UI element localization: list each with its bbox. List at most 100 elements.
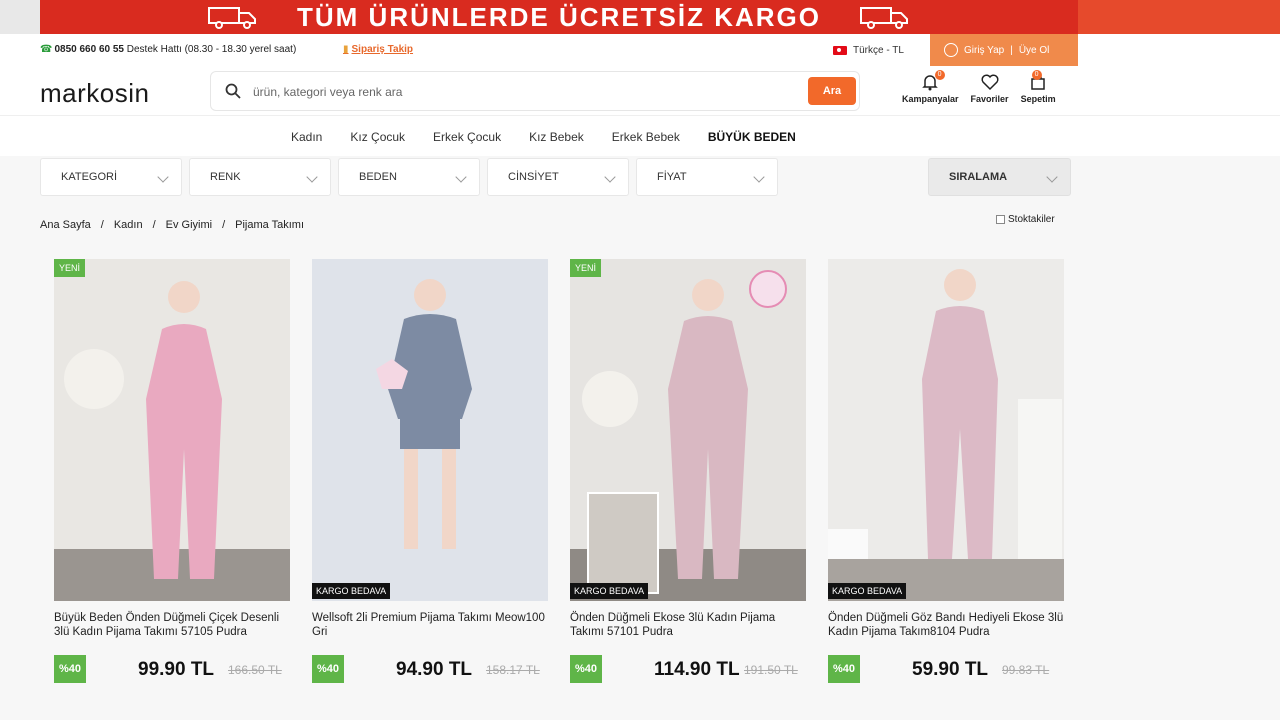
promo-banner[interactable]: TÜM ÜRÜNLERDE ÜCRETSİZ KARGO	[40, 0, 1078, 34]
order-track-label: Sipariş Takip	[351, 44, 414, 55]
product-price: 94.90 TL	[396, 659, 473, 680]
sort-dropdown[interactable]: SIRALAMA	[928, 158, 1071, 196]
promo-banner-strip: TÜM ÜRÜNLERDE ÜCRETSİZ KARGO	[0, 0, 1280, 34]
header-icons: 0 Kampanyalar Favoriler 0 Sepetim	[902, 70, 1068, 104]
search-button[interactable]: Ara	[808, 77, 856, 105]
account-separator: |	[1010, 44, 1013, 56]
site-header: markosin Ara 0 Kampanyalar Favoriler 0 S…	[0, 66, 1280, 116]
banner-edge	[1078, 0, 1280, 34]
breadcrumb-separator: /	[222, 219, 226, 231]
product-card[interactable]: YENİ Büyük Beden Önden Düğmeli Çiçek Des…	[54, 259, 290, 685]
chevron-down-icon	[306, 171, 318, 183]
product-old-price: 158.17 TL	[486, 663, 540, 677]
product-old-price: 99.83 TL	[1002, 663, 1050, 677]
category-filter[interactable]: KATEGORİ	[40, 158, 182, 196]
price-filter[interactable]: FİYAT	[636, 158, 778, 196]
product-card[interactable]: KARGO BEDAVA Önden Düğmeli Göz Bandı Hed…	[828, 259, 1064, 685]
support-phone: 0850 660 60 55	[54, 44, 124, 55]
truck-icon	[207, 4, 259, 30]
breadcrumb: Ana Sayfa / Kadın / Ev Giyimi / Pijama Takımı	[40, 219, 304, 231]
product-price: 99.90 TL	[138, 659, 215, 680]
nav-item-kiz-bebek[interactable]: Kız Bebek	[529, 130, 584, 144]
heart-icon	[981, 74, 999, 91]
nav-item-kadin[interactable]: Kadın	[291, 130, 322, 144]
product-old-price: 166.50 TL	[228, 663, 282, 677]
sort-label: SIRALAMA	[949, 171, 1008, 183]
product-image[interactable]: YENİ KARGO BEDAVA	[570, 259, 806, 601]
product-old-price: 191.50 TL	[744, 663, 798, 677]
stock-filter[interactable]: Stoktakiler	[996, 214, 1055, 225]
new-badge: YENİ	[570, 259, 602, 277]
gender-filter-label: CİNSİYET	[508, 171, 559, 183]
product-image[interactable]: YENİ	[54, 259, 290, 601]
new-badge: YENİ	[54, 259, 86, 277]
color-filter[interactable]: RENK	[189, 158, 331, 196]
login-link[interactable]: Giriş Yap	[964, 45, 1004, 56]
order-track-link[interactable]: ▮ Sipariş Takip	[343, 44, 413, 55]
user-icon	[944, 43, 958, 57]
chevron-down-icon	[157, 171, 169, 183]
nav-item-kiz-cocuk[interactable]: Kız Çocuk	[350, 130, 405, 144]
free-shipping-badge: KARGO BEDAVA	[828, 583, 907, 599]
cart-label: Sepetim	[1020, 94, 1056, 104]
price-row: %40 99.90 TL 166.50 TL	[54, 653, 290, 685]
phone-icon: ☎	[40, 44, 53, 55]
size-filter[interactable]: BEDEN	[338, 158, 480, 196]
box-icon: ▮	[343, 44, 349, 55]
campaigns-button[interactable]: 0 Kampanyalar	[902, 70, 959, 104]
breadcrumb-pijama[interactable]: Pijama Takımı	[235, 219, 304, 231]
discount-badge: %40	[54, 655, 86, 683]
support-line[interactable]: ☎ 0850 660 60 55 Destek Hattı (08.30 - 18…	[40, 44, 296, 55]
favorites-label: Favoriler	[970, 94, 1009, 104]
banner-text: TÜM ÜRÜNLERDE ÜCRETSİZ KARGO	[297, 1, 821, 32]
category-filter-label: KATEGORİ	[61, 171, 118, 183]
product-card[interactable]: YENİ KARGO BEDAVA Önden Düğmeli Ekose 3l…	[570, 259, 806, 685]
site-logo[interactable]: markosin	[40, 78, 149, 109]
breadcrumb-home[interactable]: Ana Sayfa	[40, 219, 91, 231]
product-price: 114.90 TL	[654, 659, 740, 680]
nav-item-erkek-cocuk[interactable]: Erkek Çocuk	[433, 130, 501, 144]
search-bar: Ara	[210, 71, 860, 111]
support-hours: Destek Hattı (08.30 - 18.30 yerel saat)	[126, 44, 297, 55]
discount-badge: %40	[570, 655, 602, 683]
search-icon	[225, 83, 241, 99]
campaigns-label: Kampanyalar	[902, 94, 959, 104]
nav-item-erkek-bebek[interactable]: Erkek Bebek	[612, 130, 680, 144]
product-title[interactable]: Wellsoft 2li Premium Pijama Takımı Meow1…	[312, 611, 548, 653]
language-selector[interactable]: Türkçe - TL	[833, 45, 904, 56]
favorites-button[interactable]: Favoriler	[971, 72, 1009, 104]
chevron-down-icon	[1046, 171, 1058, 183]
discount-badge: %40	[828, 655, 860, 683]
language-label: Türkçe - TL	[853, 45, 904, 56]
account-bar: Giriş Yap | Üye Ol	[930, 34, 1078, 66]
listing-area: KATEGORİ RENK BEDEN CİNSİYET FİYAT SIRAL…	[0, 156, 1280, 720]
breadcrumb-kadin[interactable]: Kadın	[114, 219, 143, 231]
product-title[interactable]: Büyük Beden Önden Düğmeli Çiçek Desenli …	[54, 611, 290, 653]
breadcrumb-ev-giyimi[interactable]: Ev Giyimi	[166, 219, 212, 231]
product-image[interactable]: KARGO BEDAVA	[828, 259, 1064, 601]
gender-filter[interactable]: CİNSİYET	[487, 158, 629, 196]
color-filter-label: RENK	[210, 171, 241, 183]
register-link[interactable]: Üye Ol	[1019, 45, 1050, 56]
search-input[interactable]	[253, 82, 793, 102]
discount-badge: %40	[312, 655, 344, 683]
nav-item-buyuk-beden[interactable]: BÜYÜK BEDEN	[708, 130, 796, 144]
free-shipping-badge: KARGO BEDAVA	[570, 583, 649, 599]
stock-checkbox[interactable]	[996, 215, 1005, 224]
price-row: %40 94.90 TL 158.17 TL	[312, 653, 548, 685]
stock-filter-label: Stoktakiler	[1008, 214, 1055, 225]
price-row: %40 59.90 TL 99.83 TL	[828, 653, 1064, 685]
product-image[interactable]: KARGO BEDAVA	[312, 259, 548, 601]
chevron-down-icon	[455, 171, 467, 183]
size-filter-label: BEDEN	[359, 171, 397, 183]
chevron-down-icon	[604, 171, 616, 183]
product-card[interactable]: KARGO BEDAVA Wellsoft 2li Premium Pijama…	[312, 259, 548, 685]
product-title[interactable]: Önden Düğmeli Göz Bandı Hediyeli Ekose 3…	[828, 611, 1064, 653]
product-title[interactable]: Önden Düğmeli Ekose 3lü Kadın Pijama Tak…	[570, 611, 806, 653]
cart-count: 0	[1031, 70, 1042, 80]
chevron-down-icon	[753, 171, 765, 183]
cart-button[interactable]: 0 Sepetim	[1020, 70, 1056, 104]
price-row: %40 114.90 TL 191.50 TL	[570, 653, 806, 685]
breadcrumb-separator: /	[152, 219, 156, 231]
model-photo	[828, 259, 1064, 601]
